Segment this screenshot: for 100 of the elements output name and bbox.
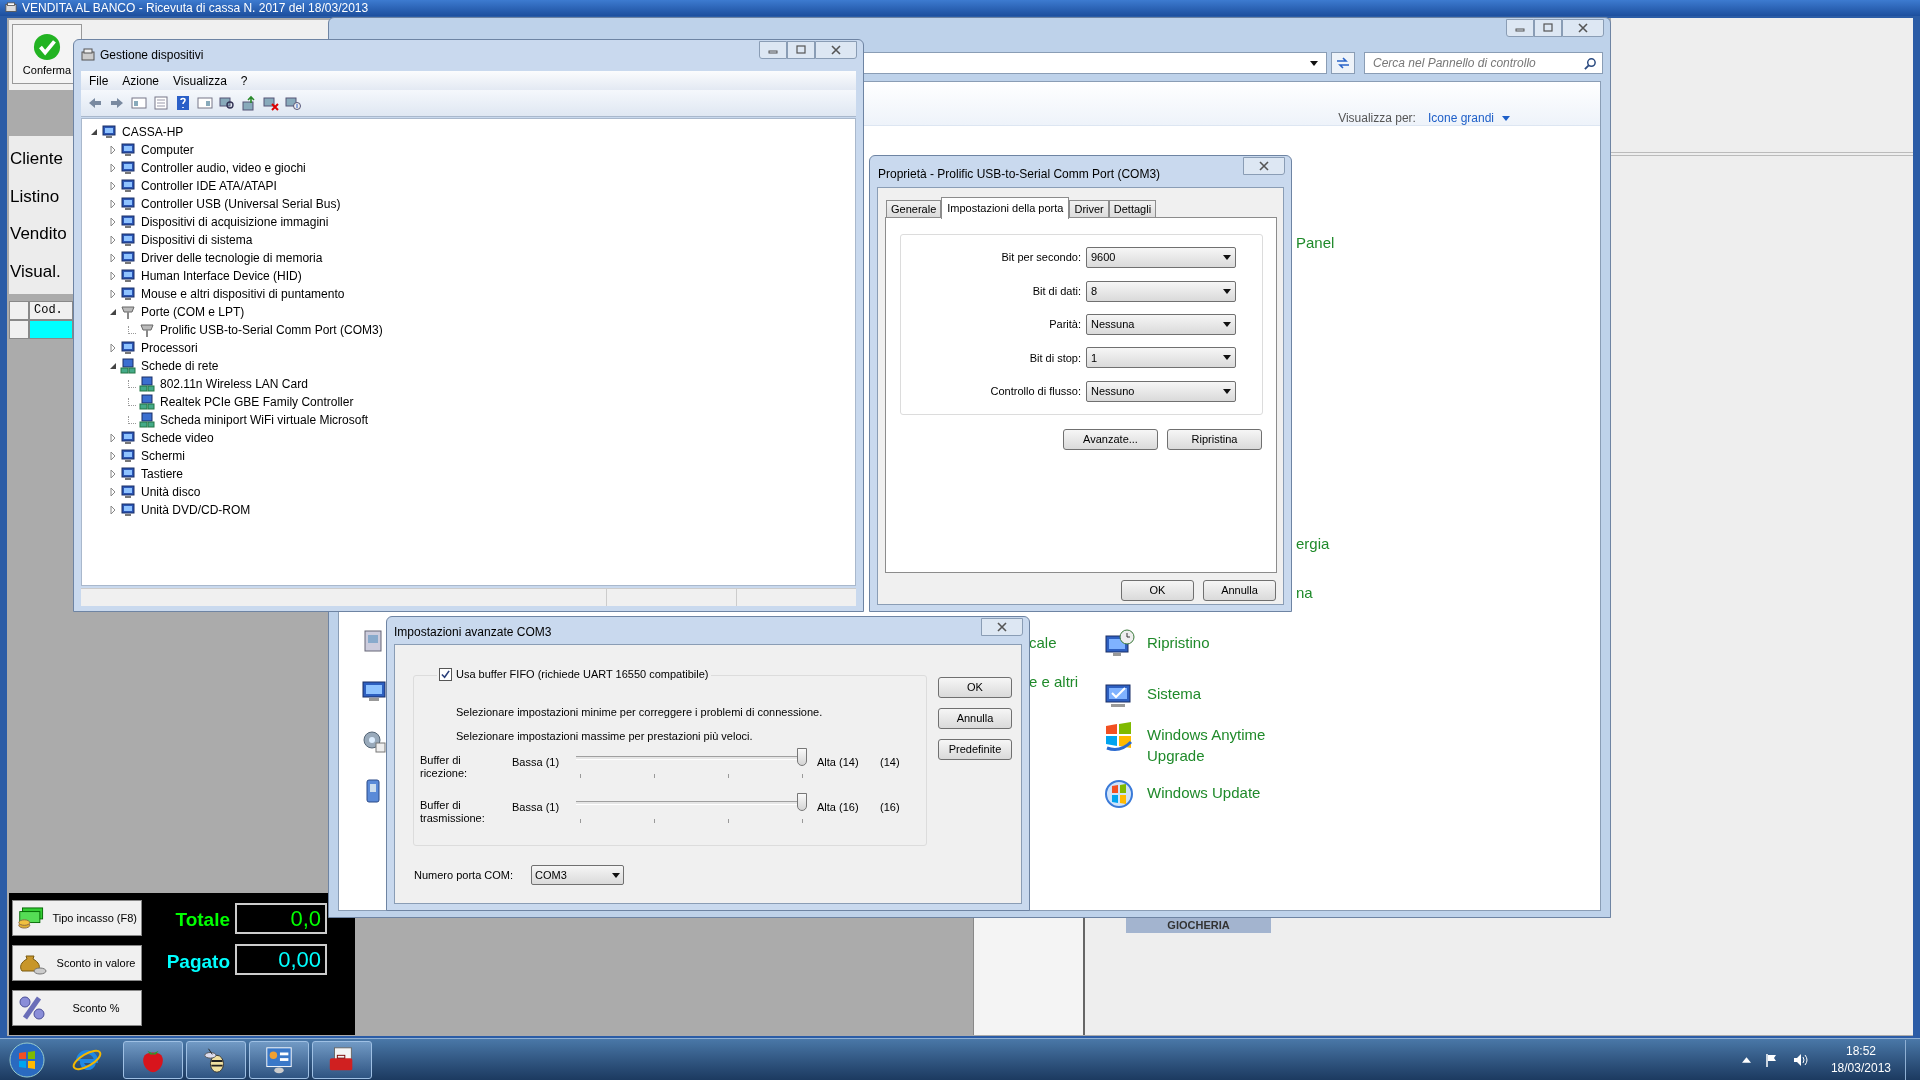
- tree-item[interactable]: Driver delle tecnologie di memoria: [141, 249, 323, 267]
- dropdown[interactable]: 9600: [1086, 247, 1236, 269]
- tree-item[interactable]: Controller IDE ATA/ATAPI: [141, 177, 277, 195]
- payment-button[interactable]: Tipo incasso (F8): [12, 900, 142, 936]
- tree-item[interactable]: Realtek PCIe GBE Family Controller: [160, 393, 354, 411]
- tree-item[interactable]: Unità disco: [141, 483, 201, 501]
- menu-item[interactable]: Visualizza: [173, 71, 227, 90]
- menu-item[interactable]: Azione: [122, 71, 160, 90]
- tree-item[interactable]: Scheda miniport WiFi virtuale Microsoft: [160, 411, 369, 429]
- expand-arrow-icon[interactable]: [109, 146, 117, 154]
- tree-item[interactable]: Processori: [141, 339, 198, 357]
- tab[interactable]: Driver: [1069, 200, 1109, 218]
- back-arrow-icon[interactable]: [87, 95, 103, 111]
- expand-arrow-icon[interactable]: [109, 164, 117, 172]
- show-hidden-icons-icon[interactable]: [1741, 1056, 1751, 1063]
- tree-item[interactable]: 802.11n Wireless LAN Card: [160, 375, 308, 393]
- dialog-button[interactable]: Avanzate...: [1063, 429, 1158, 450]
- dropdown[interactable]: Nessuno: [1086, 380, 1236, 402]
- side-button[interactable]: Vendito: [9, 221, 73, 247]
- flag-icon[interactable]: [1764, 1052, 1779, 1067]
- slider-thumb[interactable]: [797, 748, 807, 766]
- tree-item[interactable]: CASSA-HP: [122, 123, 184, 141]
- expand-arrow-icon[interactable]: [109, 182, 117, 190]
- tree-item[interactable]: Porte (COM e LPT): [141, 303, 245, 321]
- tree-item[interactable]: Controller audio, video e giochi: [141, 159, 306, 177]
- tree-item[interactable]: Controller USB (Universal Serial Bus): [141, 195, 341, 213]
- dialog-button[interactable]: Annulla: [938, 708, 1012, 729]
- control-panel-link[interactable]: na: [1296, 582, 1313, 603]
- panel-icon[interactable]: [197, 95, 213, 111]
- control-panel-link[interactable]: Windows Update: [1147, 782, 1297, 803]
- expand-arrow-icon[interactable]: [109, 200, 117, 208]
- dialog-button[interactable]: Ripristina: [1167, 429, 1262, 450]
- slider[interactable]: [576, 793, 807, 811]
- confirm-button[interactable]: Conferma: [12, 24, 82, 84]
- control-panel-link[interactable]: e e altri: [1029, 671, 1079, 692]
- control-panel-link[interactable]: Sistema: [1147, 683, 1297, 704]
- checkbox[interactable]: [439, 667, 452, 681]
- expand-arrow-icon[interactable]: [109, 344, 117, 352]
- payment-button[interactable]: Sconto %: [12, 990, 142, 1026]
- tree-item[interactable]: Schede video: [141, 429, 214, 447]
- tab[interactable]: Generale: [886, 200, 942, 218]
- tab[interactable]: Dettagli: [1108, 200, 1157, 218]
- expand-arrow-icon[interactable]: [109, 506, 117, 514]
- collapse-arrow-icon[interactable]: [109, 362, 117, 370]
- uninstall-icon[interactable]: [263, 95, 279, 111]
- view-by-dropdown[interactable]: Icone grandi: [1427, 109, 1510, 127]
- expand-arrow-icon[interactable]: [109, 218, 117, 226]
- tree-item[interactable]: Computer: [141, 141, 194, 159]
- menu-item[interactable]: ?: [240, 71, 248, 90]
- menu-item[interactable]: File: [89, 71, 109, 90]
- expand-arrow-icon[interactable]: [109, 290, 117, 298]
- dropdown[interactable]: 8: [1086, 280, 1236, 302]
- side-button[interactable]: Listino: [9, 183, 73, 209]
- properties-icon[interactable]: [153, 95, 169, 111]
- collapse-arrow-icon[interactable]: [90, 128, 98, 136]
- side-button[interactable]: Visual.: [9, 258, 73, 284]
- taskbar-button[interactable]: [123, 1040, 183, 1079]
- monitor-icon[interactable]: [361, 678, 387, 704]
- refresh-button[interactable]: [1331, 52, 1355, 74]
- category-tab[interactable]: GIOCHERIA: [1126, 918, 1271, 933]
- dialog-button[interactable]: OK: [1121, 580, 1194, 601]
- tree-item[interactable]: Unità DVD/CD-ROM: [141, 501, 251, 519]
- slider-thumb[interactable]: [797, 793, 807, 811]
- slider[interactable]: [576, 748, 807, 766]
- gear-icon[interactable]: [361, 728, 387, 754]
- control-panel-link[interactable]: Windows Anytime Upgrade: [1147, 724, 1297, 766]
- dropdown[interactable]: Nessuna: [1086, 313, 1236, 335]
- minimize-button[interactable]: [759, 41, 787, 59]
- tree-item[interactable]: Schermi: [141, 447, 185, 465]
- help-icon[interactable]: [175, 95, 191, 111]
- dropdown[interactable]: COM3: [531, 865, 625, 885]
- control-panel-link[interactable]: cale: [1029, 632, 1057, 653]
- payment-button[interactable]: Sconto in valore: [12, 945, 142, 981]
- tree-item[interactable]: Human Interface Device (HID): [141, 267, 302, 285]
- expand-arrow-icon[interactable]: [109, 254, 117, 262]
- dropdown-icon[interactable]: [1310, 60, 1318, 66]
- dropdown[interactable]: 1: [1086, 347, 1236, 369]
- maximize-button[interactable]: [1534, 19, 1562, 37]
- taskbar-button[interactable]: [312, 1040, 372, 1079]
- tree-item[interactable]: Tastiere: [141, 465, 184, 483]
- control-panel-link[interactable]: Ripristino: [1147, 632, 1297, 653]
- close-button[interactable]: [981, 618, 1023, 636]
- search-icon[interactable]: [1584, 57, 1597, 70]
- dialog-button[interactable]: OK: [938, 677, 1012, 698]
- collapse-arrow-icon[interactable]: [109, 308, 117, 316]
- tree-item[interactable]: Dispositivi di sistema: [141, 231, 253, 249]
- expand-arrow-icon[interactable]: [109, 236, 117, 244]
- expand-arrow-icon[interactable]: [109, 470, 117, 478]
- maximize-button[interactable]: [787, 41, 815, 59]
- search-field[interactable]: Cerca nel Pannello di controllo: [1364, 52, 1603, 74]
- side-button[interactable]: Cliente: [9, 146, 73, 172]
- volume-icon[interactable]: [1792, 1052, 1809, 1067]
- forward-arrow-icon[interactable]: [109, 95, 125, 111]
- disable-icon[interactable]: [285, 95, 301, 111]
- panel-icon[interactable]: [131, 95, 147, 111]
- tab[interactable]: Impostazioni della porta: [941, 197, 1070, 219]
- windows-logo-icon[interactable]: [1103, 720, 1135, 752]
- tree-item[interactable]: Dispositivi di acquisizione immagini: [141, 213, 329, 231]
- globe-icon[interactable]: [1103, 778, 1135, 810]
- expand-arrow-icon[interactable]: [109, 452, 117, 460]
